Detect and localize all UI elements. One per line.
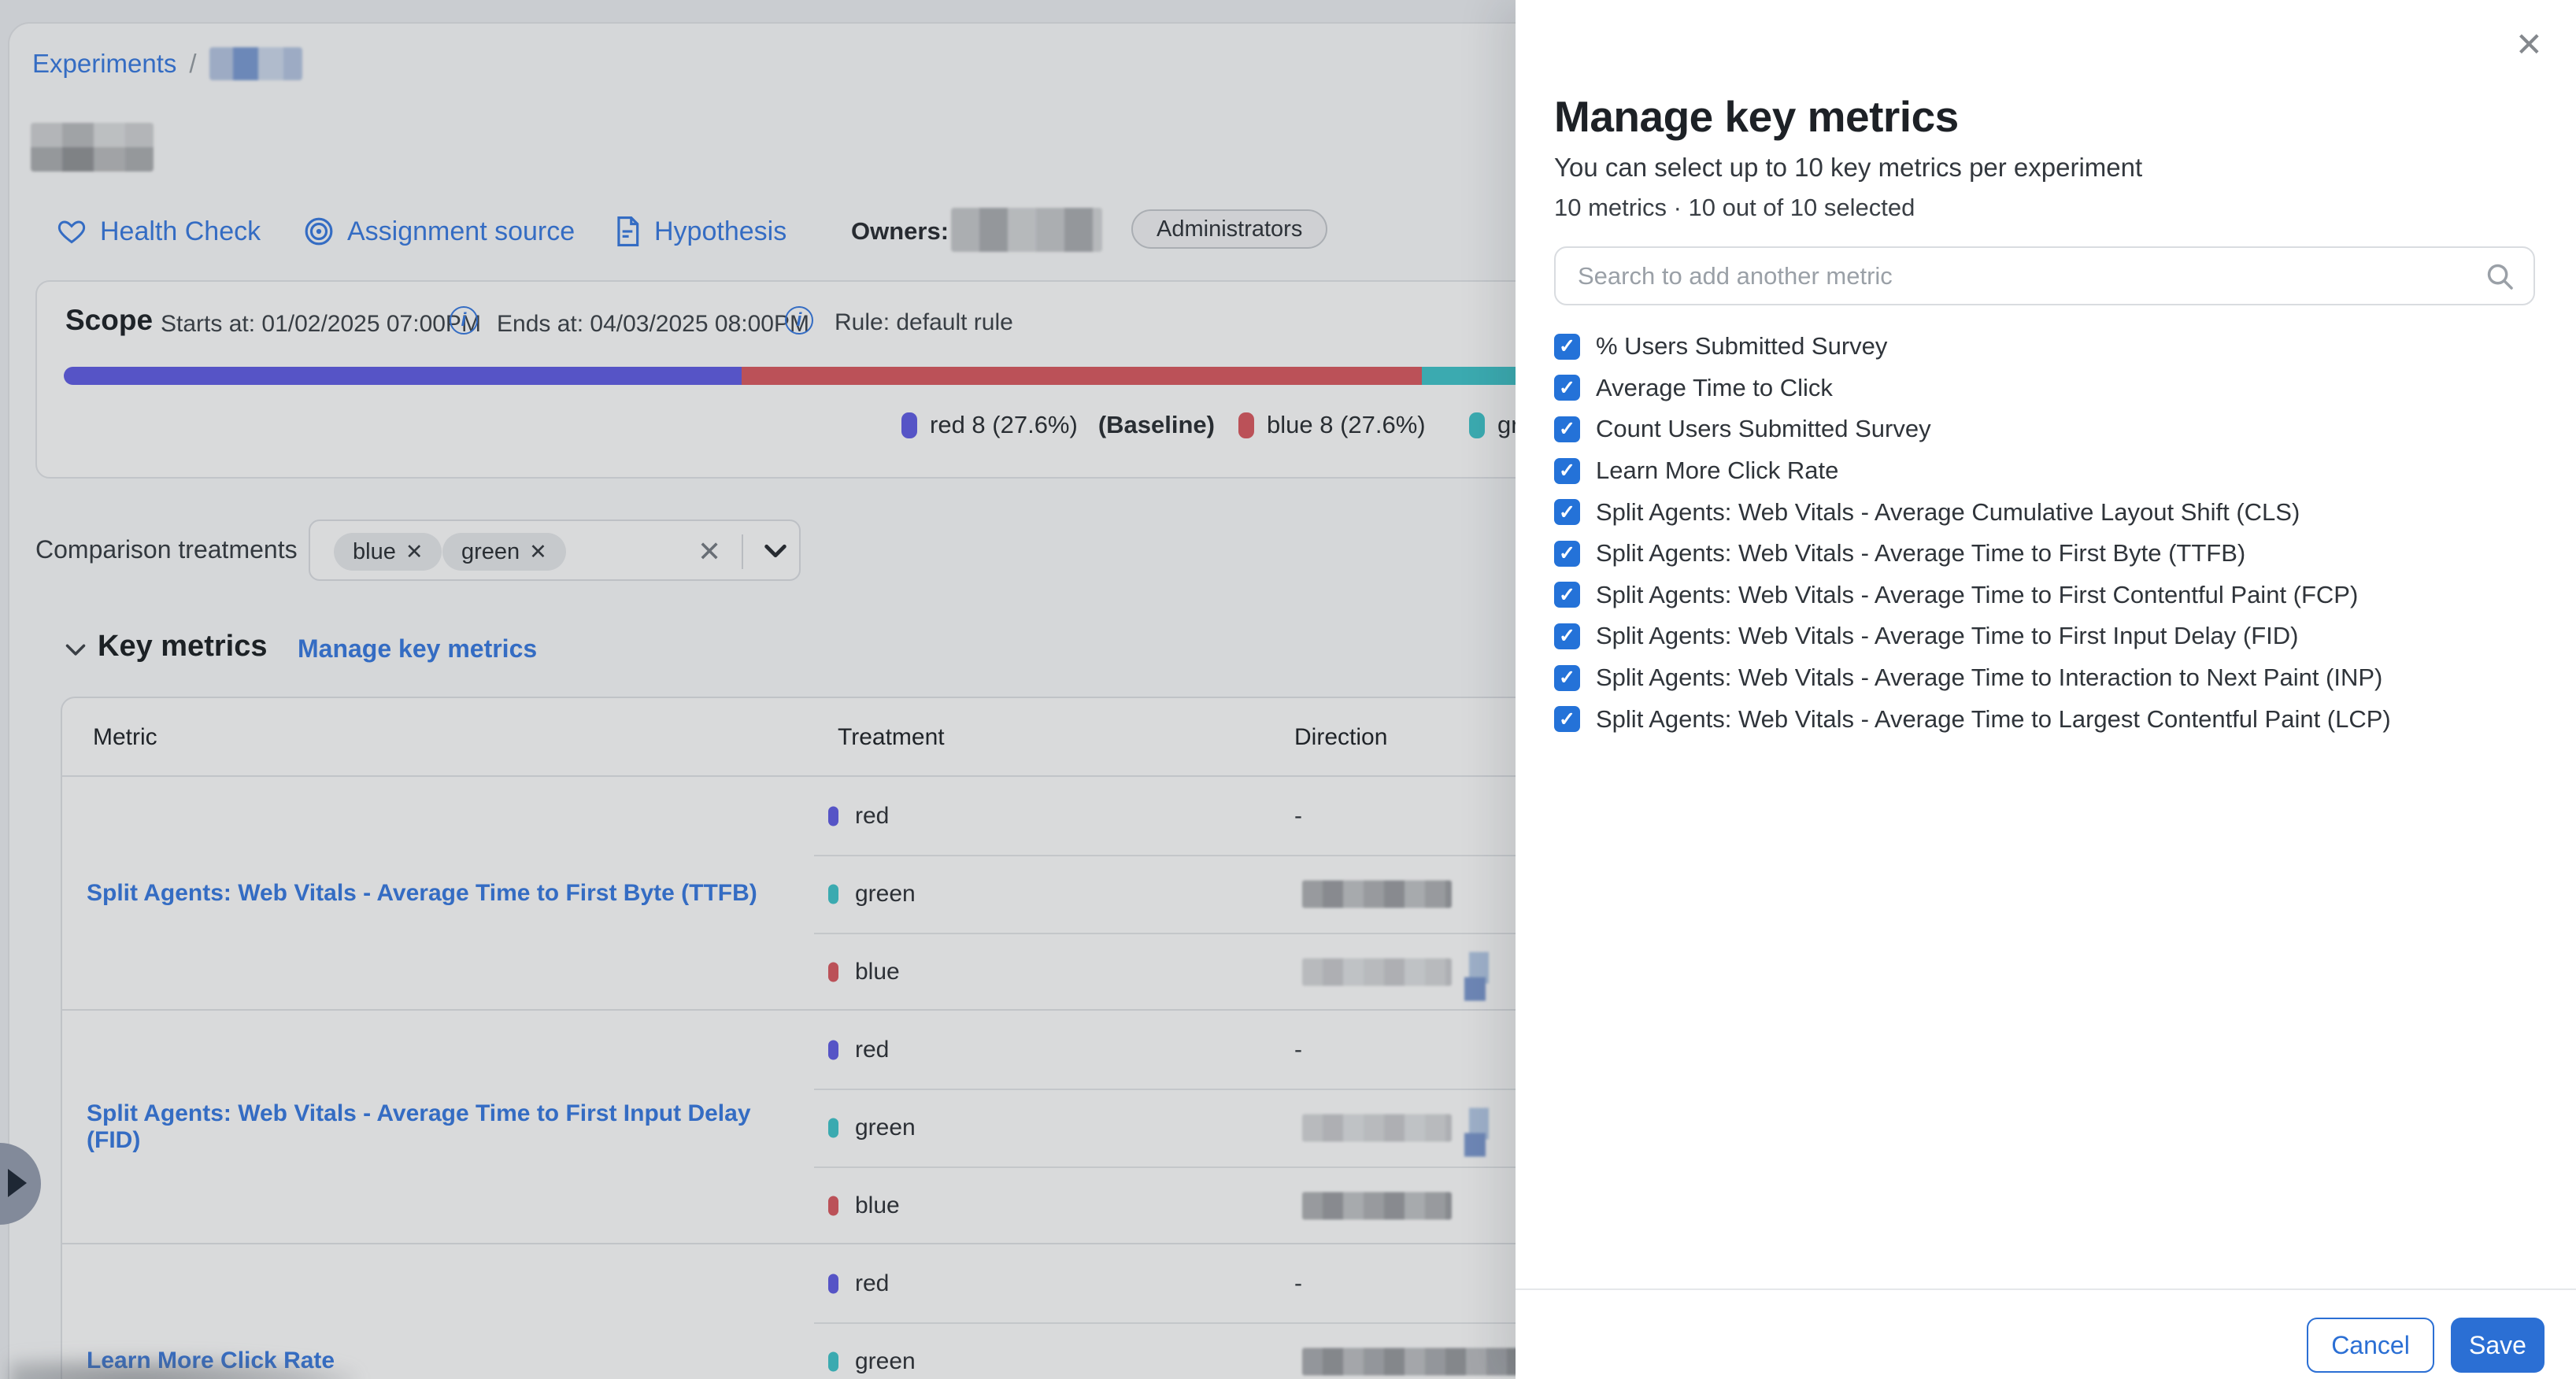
metric-label: Learn More Click Rate — [1596, 457, 1838, 485]
checkbox-checked-icon[interactable]: ✓ — [1554, 665, 1580, 691]
metric-label: % Users Submitted Survey — [1596, 332, 1887, 360]
metric-checkbox-row[interactable]: ✓ Split Agents: Web Vitals - Average Cum… — [1554, 491, 2535, 533]
checkbox-checked-icon[interactable]: ✓ — [1554, 541, 1580, 567]
metric-label: Split Agents: Web Vitals - Average Cumul… — [1596, 498, 2300, 527]
metric-checkbox-row[interactable]: ✓ % Users Submitted Survey — [1554, 326, 2535, 368]
metric-checkbox-list: ✓ % Users Submitted Survey ✓ Average Tim… — [1554, 326, 2535, 740]
save-button[interactable]: Save — [2451, 1318, 2545, 1373]
metric-checkbox-row[interactable]: ✓ Split Agents: Web Vitals - Average Tim… — [1554, 698, 2535, 740]
metric-label: Split Agents: Web Vitals - Average Time … — [1596, 581, 2358, 609]
checkbox-checked-icon[interactable]: ✓ — [1554, 623, 1580, 649]
metric-checkbox-row[interactable]: ✓ Split Agents: Web Vitals - Average Tim… — [1554, 533, 2535, 575]
metric-label: Count Users Submitted Survey — [1596, 415, 1931, 443]
checkbox-checked-icon[interactable]: ✓ — [1554, 334, 1580, 360]
search-icon — [2485, 261, 2515, 291]
metric-checkbox-row[interactable]: ✓ Split Agents: Web Vitals - Average Tim… — [1554, 657, 2535, 699]
checkbox-checked-icon[interactable]: ✓ — [1554, 499, 1580, 525]
metric-search — [1554, 246, 2535, 305]
selection-summary: 10 metrics · 10 out of 10 selected — [1554, 194, 1915, 222]
metric-checkbox-row[interactable]: ✓ Average Time to Click — [1554, 368, 2535, 409]
drawer-title: Manage key metrics — [1554, 91, 1959, 142]
drawer-footer: Cancel Save — [1516, 1288, 2576, 1379]
metric-search-input[interactable] — [1554, 246, 2535, 305]
metric-label: Average Time to Click — [1596, 374, 1833, 402]
checkbox-checked-icon[interactable]: ✓ — [1554, 375, 1580, 401]
metric-label: Split Agents: Web Vitals - Average Time … — [1596, 705, 2391, 734]
metric-label: Split Agents: Web Vitals - Average Time … — [1596, 622, 2298, 650]
metric-label: Split Agents: Web Vitals - Average Time … — [1596, 539, 2245, 567]
app-root: Experiments / Health Check Assignment so… — [0, 0, 2576, 1379]
metric-checkbox-row[interactable]: ✓ Split Agents: Web Vitals - Average Tim… — [1554, 575, 2535, 616]
manage-key-metrics-drawer: ✕ Manage key metrics You can select up t… — [1516, 0, 2576, 1379]
metric-checkbox-row[interactable]: ✓ Learn More Click Rate — [1554, 450, 2535, 492]
close-icon[interactable]: ✕ — [2515, 28, 2543, 61]
metric-checkbox-row[interactable]: ✓ Split Agents: Web Vitals - Average Tim… — [1554, 616, 2535, 657]
metric-label: Split Agents: Web Vitals - Average Time … — [1596, 664, 2382, 692]
drawer-subtitle: You can select up to 10 key metrics per … — [1554, 153, 2142, 183]
checkbox-checked-icon[interactable]: ✓ — [1554, 416, 1580, 442]
checkbox-checked-icon[interactable]: ✓ — [1554, 706, 1580, 732]
checkbox-checked-icon[interactable]: ✓ — [1554, 582, 1580, 608]
checkbox-checked-icon[interactable]: ✓ — [1554, 458, 1580, 484]
cancel-button[interactable]: Cancel — [2307, 1318, 2434, 1373]
metric-checkbox-row[interactable]: ✓ Count Users Submitted Survey — [1554, 409, 2535, 450]
